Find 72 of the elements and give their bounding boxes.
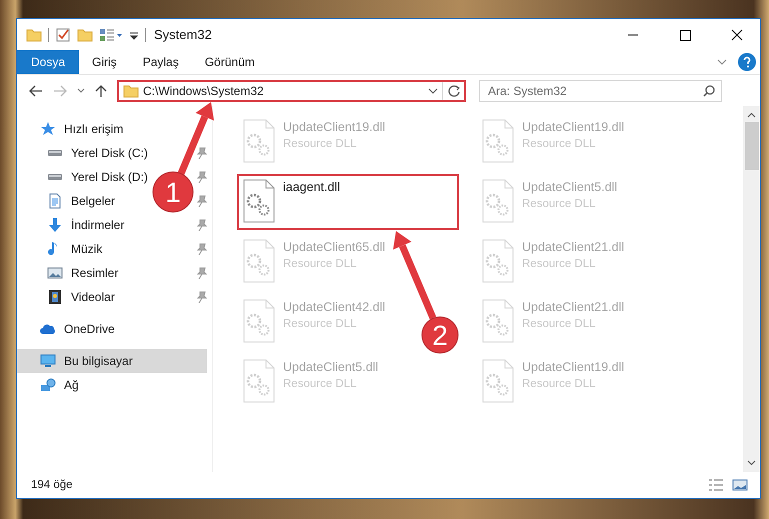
callout-number: 2 (432, 320, 448, 351)
maximize-icon[interactable] (679, 28, 691, 40)
sidebar-item[interactable]: Bu bilgisayar (17, 349, 207, 373)
drive-icon (48, 174, 62, 180)
folder-icon (123, 83, 139, 99)
scrollbar[interactable] (743, 106, 760, 472)
scroll-down-icon[interactable] (747, 460, 756, 466)
dropdown-caret-icon[interactable] (428, 87, 438, 95)
download-icon (47, 217, 63, 233)
file-name: UpdateClient19.dll (522, 120, 624, 134)
gears-file-icon (243, 179, 275, 223)
callout-number: 1 (165, 177, 181, 208)
ribbon-tab[interactable]: Giriş (79, 50, 130, 74)
callout-badge (152, 172, 194, 212)
sidebar-item[interactable]: Videolar (17, 285, 121, 309)
file-name: UpdateClient42.dll (283, 300, 386, 314)
film-icon (47, 289, 63, 305)
file-name: UpdateClient65.dll (283, 240, 386, 254)
picture-icon (47, 265, 63, 281)
file-item[interactable]: iaagent.dll (237, 174, 459, 230)
star-icon (40, 121, 56, 137)
computer-icon (40, 353, 56, 369)
file-name: UpdateClient19.dll (522, 360, 624, 374)
file-name: UpdateClient5.dll (522, 180, 618, 194)
gears-file-icon (243, 119, 275, 163)
help-icon[interactable] (738, 53, 756, 71)
gears-file-icon (482, 239, 514, 283)
gears-file-icon (482, 359, 514, 403)
folder-icon (26, 26, 42, 42)
file-name: UpdateClient21.dll (522, 240, 624, 254)
file-name: UpdateClient19.dll (283, 120, 386, 134)
item-count: 194 öğe (31, 479, 73, 491)
sidebar-item[interactable]: OneDrive (17, 317, 121, 341)
sidebar-item[interactable]: Hızlı erişim (17, 117, 130, 141)
sidebar-item[interactable]: İndirmeler (17, 213, 130, 237)
details-view-icon[interactable] (708, 478, 724, 492)
refresh-icon (448, 85, 460, 97)
window-title: System32 (154, 27, 212, 42)
callout-badge (422, 316, 458, 354)
gears-file-icon (243, 239, 275, 283)
large-icons-view-icon[interactable] (732, 478, 748, 492)
scroll-up-icon[interactable] (747, 112, 756, 118)
properties-icon[interactable] (55, 26, 71, 42)
file-name: UpdateClient21.dll (522, 300, 624, 314)
file-name: UpdateClient5.dll (283, 360, 378, 374)
ribbon-tab[interactable]: Görünüm (192, 50, 268, 74)
sidebar-item[interactable]: Müzik (17, 237, 108, 261)
view-options-icon[interactable] (99, 26, 123, 42)
sidebar-item[interactable]: Ağ (17, 373, 85, 397)
address-field[interactable]: C:\Windows\System32 (117, 80, 466, 102)
document-icon (47, 193, 63, 209)
sidebar-item[interactable]: Belgeler (17, 189, 122, 213)
sidebar-item[interactable]: Resimler (17, 261, 124, 285)
sidebar-item[interactable]: Yerel Disk (C:) (17, 141, 154, 165)
file-name: iaagent.dll (283, 180, 340, 194)
close-icon[interactable] (731, 28, 743, 40)
search-field[interactable]: Ara: System32 (479, 80, 722, 102)
scroll-thumb[interactable] (744, 122, 758, 170)
sidebar-item[interactable]: Yerel Disk (D:) (17, 165, 154, 189)
recent-caret-icon[interactable] (77, 87, 85, 95)
drive-icon (48, 150, 62, 156)
ribbon-tab[interactable]: Paylaş (130, 50, 192, 74)
up-arrow-icon[interactable] (95, 84, 107, 98)
gears-file-icon (482, 299, 514, 343)
gears-file-icon (482, 179, 514, 223)
gears-file-icon (243, 299, 275, 343)
gears-file-icon (482, 119, 514, 163)
gears-file-icon (243, 359, 275, 403)
network-icon (40, 377, 56, 393)
search-icon (703, 85, 715, 97)
back-arrow-icon[interactable] (29, 85, 43, 97)
ribbon-tab[interactable]: Dosya (17, 50, 80, 74)
